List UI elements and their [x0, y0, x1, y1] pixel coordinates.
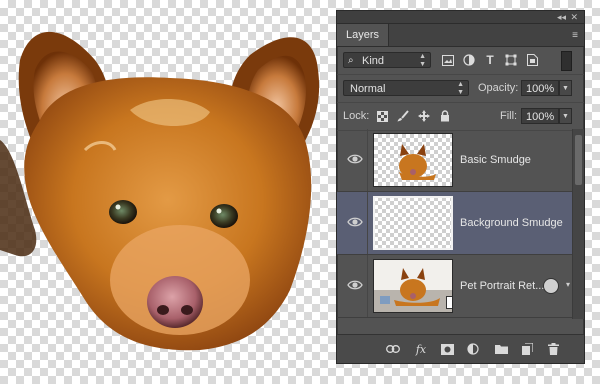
- blend-mode-value: Normal: [350, 83, 386, 95]
- tab-layers[interactable]: Layers: [337, 24, 390, 46]
- adjustment-layer-icon[interactable]: [465, 342, 481, 356]
- layer-row-pet-portrait[interactable]: Pet Portrait Ret... ▾: [337, 255, 573, 318]
- fill-dropdown-icon[interactable]: ▼: [559, 108, 572, 124]
- layer-row-background-smudge[interactable]: Background Smudge: [337, 192, 573, 255]
- layer-thumbnail: [373, 259, 453, 313]
- panel-header-bar: ◂◂ ✕: [337, 11, 584, 24]
- layer-filter-row: ⌕ Kind ▲ ▼ T: [337, 47, 584, 75]
- new-group-icon[interactable]: [493, 342, 509, 356]
- visibility-eye-icon[interactable]: [347, 277, 363, 293]
- updown-icon: ▲ ▼: [457, 81, 464, 96]
- layer-name[interactable]: Basic Smudge: [460, 129, 531, 191]
- collapse-panel-icon[interactable]: ◂◂: [557, 11, 566, 23]
- layer-name[interactable]: Background Smudge: [460, 192, 563, 254]
- scrollbar-thumb[interactable]: [575, 135, 582, 185]
- layer-thumbnail: [373, 133, 453, 187]
- layer-row-basic-smudge[interactable]: Basic Smudge: [337, 129, 573, 192]
- fx-label: fx: [415, 342, 427, 356]
- smart-filter-badge-icon[interactable]: [543, 278, 559, 294]
- visibility-eye-icon[interactable]: [347, 214, 363, 230]
- layers-panel: ◂◂ ✕ Layers ≡ ⌕ Kind ▲ ▼ T Normal ▲ ▼ Op…: [336, 10, 585, 364]
- blend-row: Normal ▲ ▼ Opacity: 100% ▼: [337, 75, 584, 103]
- close-panel-icon[interactable]: ✕: [570, 11, 578, 23]
- image-filter-icon[interactable]: [441, 53, 455, 67]
- add-mask-icon[interactable]: [439, 342, 455, 356]
- smart-object-badge-icon: [446, 296, 452, 309]
- panel-tab-bar: Layers ≡: [337, 24, 584, 47]
- smart-object-filter-icon[interactable]: [525, 53, 539, 67]
- delete-layer-icon[interactable]: [545, 342, 561, 356]
- document-canvas[interactable]: ◂◂ ✕ Layers ≡ ⌕ Kind ▲ ▼ T Normal ▲ ▼ Op…: [0, 0, 600, 384]
- layers-bottom-toolbar: fx: [337, 334, 584, 363]
- layer-thumbnail: [373, 196, 453, 250]
- filter-kind-label: Kind: [362, 55, 385, 67]
- fill-input[interactable]: 100%: [521, 108, 559, 124]
- opacity-input[interactable]: 100%: [521, 80, 559, 96]
- new-layer-icon[interactable]: [519, 342, 535, 356]
- fill-label: Fill:: [500, 110, 518, 122]
- type-filter-icon[interactable]: T: [483, 53, 497, 67]
- pet-photo-thumbnail-image: [374, 260, 452, 312]
- lock-row: Lock: Fill: 100% ▼: [337, 103, 584, 131]
- opacity-dropdown-icon[interactable]: ▼: [559, 80, 572, 96]
- fx-icon[interactable]: fx: [413, 342, 429, 356]
- visibility-eye-icon[interactable]: [347, 151, 363, 167]
- lock-all-icon[interactable]: [438, 109, 452, 123]
- lock-transparent-pixels-icon[interactable]: [375, 109, 389, 123]
- adjustment-filter-icon[interactable]: [462, 53, 476, 67]
- blend-mode-select[interactable]: Normal ▲ ▼: [343, 80, 469, 96]
- dog-painting-image: [0, 31, 320, 351]
- search-icon: ⌕: [348, 55, 354, 66]
- lock-image-pixels-brush-icon[interactable]: [396, 109, 410, 123]
- link-layers-icon[interactable]: [385, 342, 401, 356]
- expand-arrow-icon[interactable]: ▾: [566, 280, 570, 289]
- layers-list: Basic Smudge Background Smudge Pet Portr…: [337, 129, 573, 319]
- updown-icon: ▲ ▼: [419, 53, 426, 68]
- lock-position-move-icon[interactable]: [417, 109, 431, 123]
- filter-kind-select[interactable]: ⌕ Kind ▲ ▼: [343, 52, 431, 68]
- dog-thumbnail-image: [399, 144, 436, 180]
- panel-menu-icon[interactable]: ≡: [572, 30, 578, 41]
- layer-name[interactable]: Pet Portrait Ret...: [460, 255, 544, 317]
- opacity-label: Opacity:: [478, 82, 519, 94]
- shape-filter-icon[interactable]: [504, 53, 518, 67]
- lock-label: Lock:: [343, 110, 370, 122]
- filter-toggle-switch[interactable]: [561, 51, 572, 71]
